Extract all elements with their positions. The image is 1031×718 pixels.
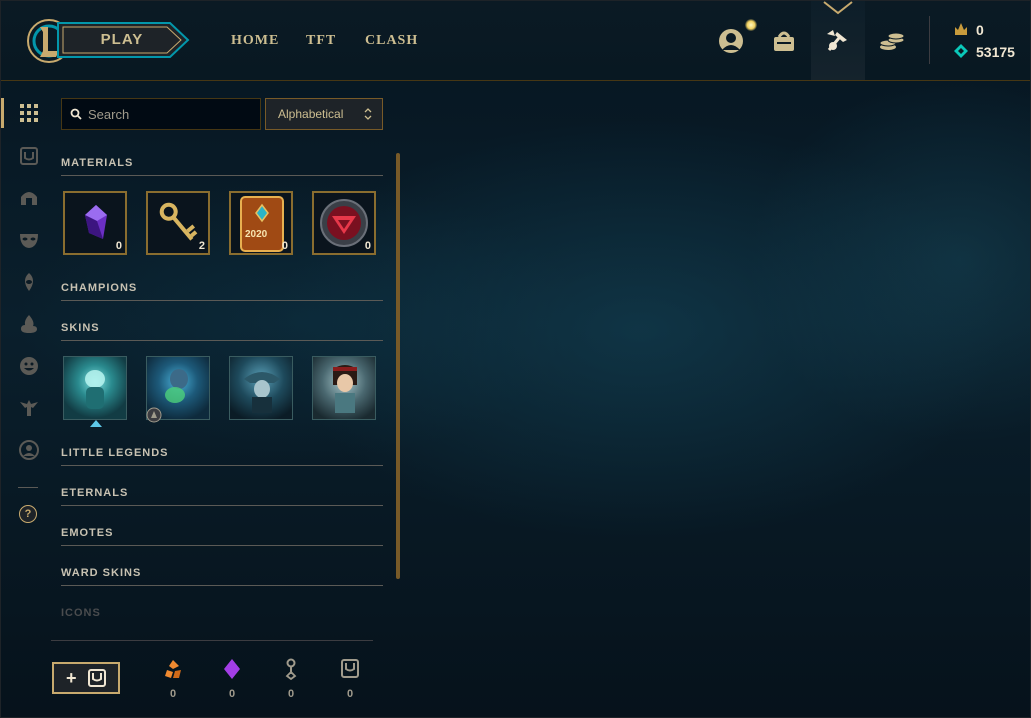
updown-caret-icon [364,108,372,120]
ward-icon[interactable] [18,271,40,293]
material-count: 2 [198,240,205,252]
key-icon [285,658,297,680]
section-materials[interactable]: MATERIALS [61,157,133,169]
section-divider [61,505,383,506]
mastery-badge-icon [146,407,162,423]
skin-2-figure [165,369,188,403]
section-divider [61,545,383,546]
store-icon[interactable] [877,26,907,56]
material-count: 0 [115,240,122,252]
section-icons[interactable]: ICONS [61,607,101,619]
search-icon [70,108,82,120]
material-event-2020[interactable]: 2020 0 [229,191,293,255]
loot-icon[interactable] [823,26,853,56]
currency-divider [929,16,930,64]
footer-divider [51,640,373,641]
loot-scrollbar[interactable] [396,153,400,579]
token-orb-icon [320,199,368,247]
search-box[interactable] [61,98,261,130]
blue-essence-icon [954,44,968,58]
crystal-icon [85,205,107,239]
section-skins[interactable]: SKINS [61,322,100,334]
section-divider [61,175,383,176]
notification-glow [745,19,757,31]
skin-tile-1[interactable] [63,356,127,420]
selected-marker-icon [90,420,102,427]
chest-icon[interactable] [18,145,40,167]
skin-1-figure [85,370,105,409]
section-emotes[interactable]: EMOTES [61,527,113,539]
skin-tile-4[interactable] [312,356,376,420]
mythic-essence-value: 0 [228,688,236,700]
material-count: 0 [364,240,371,252]
chest-value: 0 [346,688,354,700]
nav-home[interactable]: HOME [231,33,279,49]
active-tab-marker-icon [823,1,853,15]
skin-3-figure [244,372,280,413]
material-key-fragment[interactable]: 2 [146,191,210,255]
orange-essence-value: 0 [169,688,177,700]
section-divider [61,300,383,301]
section-divider [61,585,383,586]
helmet-icon[interactable] [18,187,40,209]
emote-icon[interactable] [18,355,40,377]
blue-essence-amount: 53175 [976,44,1015,60]
collection-icon[interactable] [769,26,799,56]
craft-chest-button[interactable]: + [52,662,120,694]
nav-clash[interactable]: CLASH [365,33,418,49]
event-2020-icon [240,196,284,252]
event-year-label: 2020 [245,229,268,240]
material-token-orb[interactable]: 0 [312,191,376,255]
rp-icon [955,23,967,35]
search-input[interactable] [88,105,248,123]
section-champions[interactable]: CHAMPIONS [61,282,137,294]
rp-amount: 0 [976,22,984,38]
mythic-essence-icon [224,659,240,679]
sort-dropdown[interactable]: Alphabetical [265,98,383,130]
chest-icon [341,659,359,678]
section-divider [61,340,383,341]
mask-icon[interactable] [18,229,40,251]
profile-circle-icon[interactable] [18,439,40,461]
skin-tile-2[interactable] [146,356,210,423]
grid-icon[interactable] [18,102,40,124]
flame-icon[interactable] [18,313,40,335]
orange-essence-icon [165,660,181,678]
little-legend-icon[interactable] [18,397,40,419]
key-fragment-icon [159,202,198,241]
material-crystal[interactable]: 0 [63,191,127,255]
help-icon[interactable]: ? [19,505,37,523]
nav-tft[interactable]: TFT [306,33,336,49]
skin-4-figure [333,365,357,413]
key-value: 0 [287,688,295,700]
section-divider [61,465,383,466]
chest-icon [88,669,106,687]
section-little-legends[interactable]: LITTLE LEGENDS [61,447,169,459]
material-count: 0 [281,240,288,252]
sort-selected: Alphabetical [278,107,344,121]
rail-separator [18,487,38,488]
section-eternals[interactable]: ETERNALS [61,487,128,499]
plus-label: + [66,668,77,688]
profile-icon[interactable] [716,26,746,56]
skin-tile-3[interactable] [229,356,293,420]
play-button-label[interactable]: PLAY [70,31,174,48]
section-ward-skins[interactable]: WARD SKINS [61,567,141,579]
rail-active-indicator [1,98,4,128]
